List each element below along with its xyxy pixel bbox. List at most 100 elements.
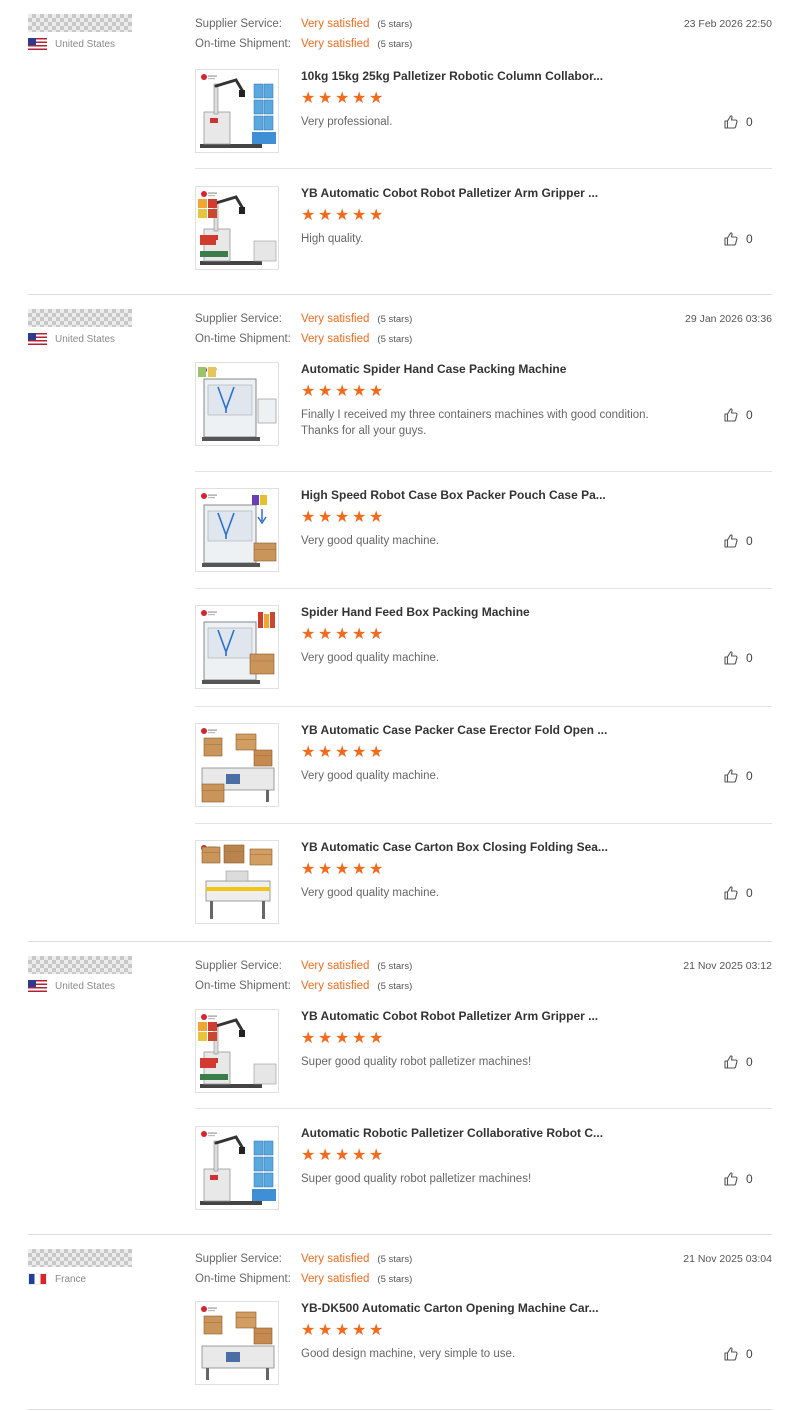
star-icon: ★ xyxy=(335,744,350,761)
like-button[interactable]: 0 xyxy=(723,533,753,549)
rating-value: Very satisfied xyxy=(301,18,370,30)
like-button[interactable]: 0 xyxy=(723,1054,753,1070)
like-button[interactable]: 0 xyxy=(723,768,753,784)
product-divider xyxy=(195,471,772,472)
product-review-item: YB Automatic Cobot Robot Palletizer Arm … xyxy=(195,186,772,286)
like-button[interactable]: 0 xyxy=(723,114,753,130)
review-divider xyxy=(28,1409,772,1410)
like-count: 0 xyxy=(746,651,753,665)
product-title-link[interactable]: Automatic Robotic Palletizer Collaborati… xyxy=(301,1126,603,1140)
rating-label: On-time Shipment: xyxy=(195,333,291,345)
review-divider xyxy=(28,941,772,942)
like-button[interactable]: 0 xyxy=(723,650,753,666)
review-text: Super good quality robot palletizer mach… xyxy=(301,1056,532,1068)
product-review-item: Automatic Spider Hand Case Packing Machi… xyxy=(195,362,772,462)
rating-label: Supplier Service: xyxy=(195,960,282,972)
review-date: 21 Nov 2025 03:12 xyxy=(683,960,772,972)
product-title-link[interactable]: YB Automatic Cobot Robot Palletizer Arm … xyxy=(301,186,598,200)
product-thumbnail[interactable] xyxy=(195,1126,279,1210)
us-flag-icon xyxy=(28,333,47,345)
buyer-name-masked xyxy=(28,14,132,32)
product-thumbnail[interactable] xyxy=(195,1009,279,1093)
product-star-rating: ★ ★ ★ ★ ★ xyxy=(301,383,384,400)
rating-stars-count: (5 stars) xyxy=(377,961,413,972)
star-icon: ★ xyxy=(335,90,350,107)
product-thumbnail[interactable] xyxy=(195,69,279,153)
buyer-name-masked xyxy=(28,1249,132,1267)
like-button[interactable]: 0 xyxy=(723,1346,753,1362)
star-icon: ★ xyxy=(301,207,316,224)
product-review-item: Automatic Robotic Palletizer Collaborati… xyxy=(195,1126,772,1226)
star-icon: ★ xyxy=(318,861,333,878)
product-title-link[interactable]: YB Automatic Cobot Robot Palletizer Arm … xyxy=(301,1009,598,1023)
product-divider xyxy=(195,706,772,707)
rating-stars-count: (5 stars) xyxy=(377,334,413,345)
product-thumbnail[interactable] xyxy=(195,723,279,807)
star-icon: ★ xyxy=(335,1147,350,1164)
review-text: Very good quality machine. xyxy=(301,652,440,664)
product-star-rating: ★ ★ ★ ★ ★ xyxy=(301,626,384,643)
like-button[interactable]: 0 xyxy=(723,885,753,901)
star-icon: ★ xyxy=(301,383,316,400)
star-icon: ★ xyxy=(301,744,316,761)
star-icon: ★ xyxy=(335,383,350,400)
buyer-country: United States xyxy=(28,979,115,993)
rating-value: Very satisfied xyxy=(301,980,370,992)
like-count: 0 xyxy=(746,1347,753,1361)
rating-value: Very satisfied xyxy=(301,1273,370,1285)
review-text: Super good quality robot palletizer mach… xyxy=(301,1173,532,1185)
review-divider xyxy=(28,1234,772,1235)
like-count: 0 xyxy=(746,1055,753,1069)
like-count: 0 xyxy=(746,232,753,246)
like-button[interactable]: 0 xyxy=(723,231,753,247)
like-count: 0 xyxy=(746,769,753,783)
star-icon: ★ xyxy=(335,1322,350,1339)
supplier-service-rating: Supplier Service: Very satisfied (5 stars) xyxy=(195,18,412,30)
ontime-shipment-rating: On-time Shipment: Very satisfied (5 stars) xyxy=(195,38,412,50)
country-label: United States xyxy=(55,38,116,50)
buyer-country: United States xyxy=(28,332,115,346)
star-icon: ★ xyxy=(335,626,350,643)
country-label: United States xyxy=(55,333,116,345)
product-title-link[interactable]: YB Automatic Case Packer Case Erector Fo… xyxy=(301,723,607,737)
star-icon: ★ xyxy=(318,90,333,107)
thumbs-up-icon xyxy=(723,1346,739,1362)
product-star-rating: ★ ★ ★ ★ ★ xyxy=(301,744,384,761)
product-title-link[interactable]: High Speed Robot Case Box Packer Pouch C… xyxy=(301,488,606,502)
product-thumbnail[interactable] xyxy=(195,488,279,572)
like-button[interactable]: 0 xyxy=(723,407,753,423)
product-thumbnail[interactable] xyxy=(195,362,279,446)
star-icon: ★ xyxy=(369,626,384,643)
like-button[interactable]: 0 xyxy=(723,1171,753,1187)
product-star-rating: ★ ★ ★ ★ ★ xyxy=(301,207,384,224)
fr-flag-icon xyxy=(28,1273,47,1285)
rating-value: Very satisfied xyxy=(301,960,370,972)
us-flag-icon xyxy=(28,980,47,992)
product-thumbnail[interactable] xyxy=(195,605,279,689)
rating-label: Supplier Service: xyxy=(195,18,282,30)
star-icon: ★ xyxy=(301,1030,316,1047)
star-icon: ★ xyxy=(369,744,384,761)
product-title-link[interactable]: 10kg 15kg 25kg Palletizer Robotic Column… xyxy=(301,69,603,83)
star-icon: ★ xyxy=(352,509,367,526)
product-review-item: 10kg 15kg 25kg Palletizer Robotic Column… xyxy=(195,69,772,169)
rating-label: On-time Shipment: xyxy=(195,1273,291,1285)
star-icon: ★ xyxy=(318,1147,333,1164)
product-title-link[interactable]: YB Automatic Case Carton Box Closing Fol… xyxy=(301,840,608,854)
product-thumbnail[interactable] xyxy=(195,1301,279,1385)
rating-stars-count: (5 stars) xyxy=(377,39,413,50)
product-review-item: YB Automatic Case Carton Box Closing Fol… xyxy=(195,840,772,940)
star-icon: ★ xyxy=(335,861,350,878)
product-title-link[interactable]: Spider Hand Feed Box Packing Machine xyxy=(301,605,530,619)
rating-stars-count: (5 stars) xyxy=(377,19,413,30)
product-title-link[interactable]: YB-DK500 Automatic Carton Opening Machin… xyxy=(301,1301,599,1315)
product-thumbnail[interactable] xyxy=(195,186,279,270)
product-title-link[interactable]: Automatic Spider Hand Case Packing Machi… xyxy=(301,362,566,376)
product-thumbnail[interactable] xyxy=(195,840,279,924)
product-star-rating: ★ ★ ★ ★ ★ xyxy=(301,509,384,526)
ontime-shipment-rating: On-time Shipment: Very satisfied (5 stars) xyxy=(195,333,412,345)
star-icon: ★ xyxy=(301,861,316,878)
product-divider xyxy=(195,588,772,589)
star-icon: ★ xyxy=(301,509,316,526)
product-star-rating: ★ ★ ★ ★ ★ xyxy=(301,861,384,878)
